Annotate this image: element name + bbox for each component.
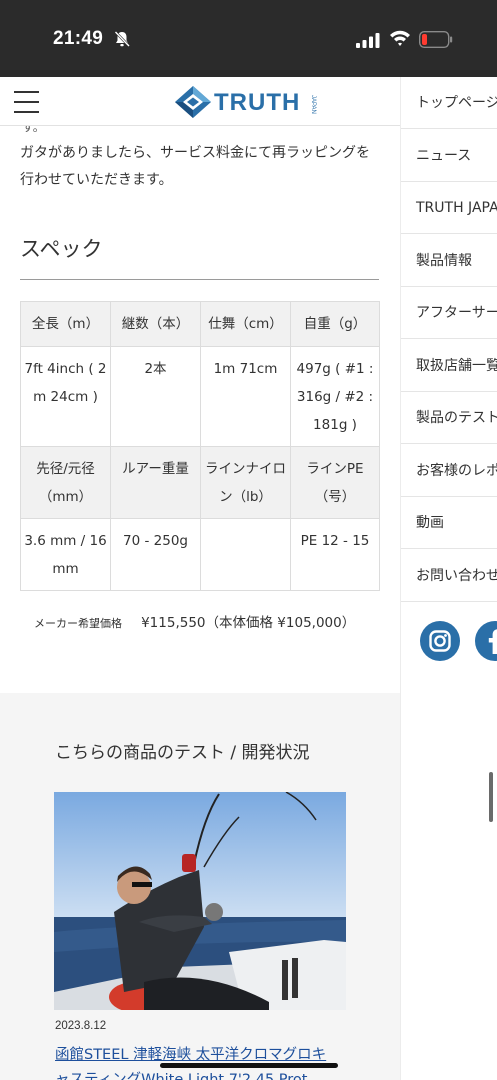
table-cell: 497g ( #1 : 316g / #2 : 181g ) (290, 346, 380, 447)
wifi-icon (390, 30, 410, 46)
test-section: こちらの商品のテスト / 開発状況 2023.8.12 函館STEEL 津軽海峡… (0, 693, 400, 1080)
menu-item-after-service[interactable]: アフターサービス (401, 287, 497, 339)
table-cell: 2本 (110, 346, 201, 447)
logo-subtext: JAPAN (310, 95, 316, 114)
spec-table: 全長（m） 継数（本） 仕舞（cm） 自重（g） 7ft 4inch ( 2m … (20, 301, 380, 591)
status-time: 21:49 (53, 28, 104, 49)
menu-item-top[interactable]: トップページ (401, 77, 497, 129)
home-indicator (160, 1063, 338, 1068)
logo-text: TRUTH (214, 89, 301, 116)
test-section-title: こちらの商品のテスト / 開発状況 (55, 743, 310, 763)
table-cell (200, 518, 291, 591)
facebook-icon[interactable] (474, 620, 497, 662)
post-link-line1[interactable]: 函館STEEL 津軽海峡 太平洋クロマグロキ (55, 1047, 326, 1063)
table-row: 7ft 4inch ( 2m 24cm ) 2本 1m 71cm 497g ( … (20, 346, 380, 447)
hamburger-icon[interactable] (14, 91, 39, 113)
bell-slash-icon (114, 31, 130, 47)
price-line: メーカー希望価格 ¥115,550（本体価格 ¥105,000） (34, 611, 355, 631)
signal-icon (356, 33, 380, 48)
table-cell: 7ft 4inch ( 2m 24cm ) (20, 346, 111, 447)
instagram-icon[interactable] (419, 620, 461, 662)
menu-item-stores[interactable]: 取扱店舗一覧 (401, 340, 497, 392)
post-link-line2[interactable]: ャスティングWhite Light 7'2 45 Prot (55, 1072, 308, 1080)
table-header-cell: 仕舞（cm） (200, 301, 291, 347)
table-header-row: 先径/元径（mm） ルアー重量 ラインナイロン（lb） ラインPE（号） (20, 446, 380, 519)
main-page: TRUTH JAPAN す。 ガタがありましたら、サービス料金にて再ラッピングを… (0, 77, 400, 1080)
table-cell: 1m 71cm (200, 346, 291, 447)
table-header-row: 全長（m） 継数（本） 仕舞（cm） 自重（g） (20, 301, 380, 347)
table-header-cell: ラインナイロン（lb） (200, 446, 291, 519)
menu-item-truth-japan[interactable]: TRUTH JAPAN (401, 182, 497, 234)
table-cell: 70 - 250g (110, 518, 201, 591)
site-header: TRUTH JAPAN (0, 77, 400, 126)
menu-item-customer-report[interactable]: お客様のレポート (401, 445, 497, 497)
menu-item-products[interactable]: 製品情報 (401, 235, 497, 287)
table-header-cell: 先径/元径（mm） (20, 446, 111, 519)
menu-item-contact[interactable]: お問い合わせ (401, 550, 497, 602)
table-header-cell: 自重（g） (290, 301, 380, 347)
table-header-cell: ラインPE（号） (290, 446, 380, 519)
intro-paragraph: ガタがありましたら、サービス料金にて再ラッピングを行わせていただきます。 (20, 145, 370, 188)
table-row: 3.6 mm / 16 mm 70 - 250g PE 12 - 15 (20, 518, 380, 591)
menu-item-product-test[interactable]: 製品のテスト (401, 392, 497, 444)
menu-item-news[interactable]: ニュース (401, 130, 497, 182)
status-bar: 21:49 (0, 0, 497, 77)
post-link[interactable]: 函館STEEL 津軽海峡 太平洋クロマグロキ ャスティングWhite Light… (55, 1043, 355, 1080)
post-date: 2023.8.12 (55, 1020, 107, 1032)
spec-heading: スペック (20, 237, 103, 261)
site-logo[interactable]: TRUTH JAPAN (174, 85, 324, 119)
table-cell: PE 12 - 15 (290, 518, 380, 591)
fishing-photo[interactable] (54, 792, 346, 1010)
table-header-cell: 継数（本） (110, 301, 201, 347)
table-header-cell: ルアー重量 (110, 446, 201, 519)
menu-item-video[interactable]: 動画 (401, 497, 497, 549)
truth-diamond-icon (175, 86, 211, 118)
table-cell: 3.6 mm / 16 mm (20, 518, 111, 591)
menu-scrollbar[interactable] (489, 772, 493, 822)
price-value: ¥115,550（本体価格 ¥105,000） (141, 615, 356, 631)
side-menu: トップページ ニュース TRUTH JAPAN 製品情報 アフターサービス 取扱… (400, 77, 497, 1080)
table-header-cell: 全長（m） (20, 301, 111, 347)
battery-low-icon (419, 31, 453, 48)
price-label: メーカー希望価格 (34, 617, 122, 630)
divider (20, 279, 379, 280)
